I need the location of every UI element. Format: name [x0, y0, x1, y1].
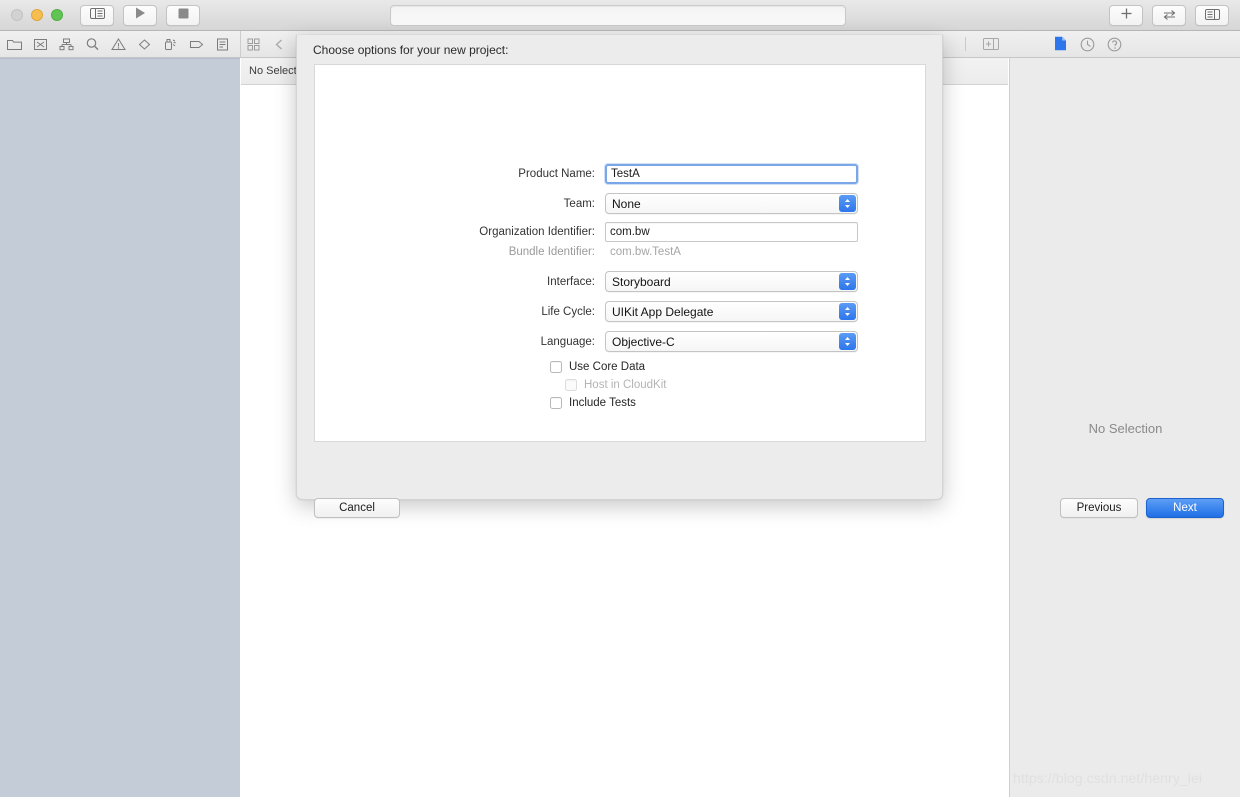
checkbox-row-host-in-cloudkit: Host in CloudKit: [565, 379, 666, 391]
interface-label: Interface:: [547, 275, 595, 288]
source-control-icon[interactable]: [32, 36, 49, 53]
language-popup-value: Objective-C: [612, 334, 675, 349]
checkbox-row-use-core-data[interactable]: Use Core Data: [550, 361, 645, 373]
stop-button[interactable]: [166, 4, 200, 26]
add-plus-icon: [1120, 7, 1133, 25]
host-in-cloudkit-label: Host in CloudKit: [584, 379, 667, 391]
project-navigator-panel[interactable]: [0, 58, 240, 797]
team-popup-value: None: [612, 196, 641, 211]
team-popup-button[interactable]: None: [605, 193, 858, 214]
inspector-empty-label: No Selection: [1088, 421, 1163, 436]
life-cycle-label: Life Cycle:: [541, 305, 595, 318]
chevron-updown-icon: [839, 273, 856, 290]
include-tests-checkbox[interactable]: [550, 397, 562, 409]
field-row-life-cycle: Life Cycle: UIKit App Delegate: [315, 301, 927, 322]
sheet-title: Choose options for your new project:: [313, 43, 509, 57]
team-label: Team:: [563, 197, 595, 210]
project-options-form: Product Name: TestA Team: None Organizat…: [315, 65, 927, 443]
product-name-label: Product Name:: [518, 168, 595, 180]
chevron-updown-icon: [839, 303, 856, 320]
close-window-button[interactable]: [11, 9, 23, 21]
test-diamond-icon[interactable]: [136, 36, 153, 53]
toolbar-divider: [240, 31, 241, 57]
run-button[interactable]: [123, 4, 157, 26]
product-name-input[interactable]: TestA: [605, 164, 858, 184]
life-cycle-popup-button[interactable]: UIKit App Delegate: [605, 301, 858, 322]
interface-popup-button[interactable]: Storyboard: [605, 271, 858, 292]
toolbar-right-group: [1109, 5, 1229, 26]
next-button[interactable]: Next: [1146, 498, 1224, 518]
issue-warning-icon[interactable]: [110, 36, 127, 53]
run-play-icon: [135, 6, 146, 24]
report-list-icon[interactable]: [214, 36, 231, 53]
field-row-interface: Interface: Storyboard: [315, 271, 927, 292]
swap-editors-button[interactable]: [1152, 5, 1186, 26]
quick-help-icon[interactable]: [1107, 37, 1122, 52]
field-row-bundle-identifier: Bundle Identifier: com.bw.TestA: [315, 246, 927, 258]
sidebar-toggle-icon: [89, 6, 105, 24]
xcode-window: No Selection No Selection https://blog.c…: [0, 0, 1240, 797]
grid-thumbnail-icon[interactable]: [246, 37, 261, 52]
previous-button[interactable]: Previous: [1060, 498, 1138, 518]
navigator-top-divider: [0, 58, 240, 59]
host-in-cloudkit-checkbox: [565, 379, 577, 391]
minimize-window-button[interactable]: [31, 9, 43, 21]
stop-square-icon: [178, 6, 189, 24]
navigator-selector-bar: [0, 31, 240, 57]
checkbox-row-include-tests[interactable]: Include Tests: [550, 397, 636, 409]
swap-arrows-icon: [1162, 7, 1177, 25]
editor-options-bar: [965, 31, 1240, 57]
include-tests-label: Include Tests: [569, 397, 636, 409]
organization-identifier-label: Organization Identifier:: [479, 226, 595, 238]
toolbar-left-group: [80, 4, 200, 26]
organization-identifier-input[interactable]: com.bw: [605, 222, 858, 242]
life-cycle-popup-value: UIKit App Delegate: [612, 304, 714, 319]
chevron-updown-icon: [839, 333, 856, 350]
traffic-light-group: [11, 9, 63, 21]
chevron-updown-icon: [839, 195, 856, 212]
add-editor-icon[interactable]: [983, 37, 999, 51]
search-icon[interactable]: [84, 36, 101, 53]
sidebar-toggle-button[interactable]: [80, 4, 114, 26]
debug-spray-icon[interactable]: [162, 36, 179, 53]
interface-popup-value: Storyboard: [612, 274, 671, 289]
inspector-panel: No Selection: [1009, 58, 1240, 797]
history-inspector-icon[interactable]: [1080, 37, 1095, 52]
use-core-data-checkbox[interactable]: [550, 361, 562, 373]
cancel-button[interactable]: Cancel: [314, 498, 400, 518]
field-row-organization-identifier: Organization Identifier: com.bw: [315, 222, 927, 242]
file-inspector-icon[interactable]: [1054, 36, 1068, 52]
breakpoint-tag-icon[interactable]: [188, 36, 205, 53]
maximize-window-button[interactable]: [51, 9, 63, 21]
field-row-product-name: Product Name: TestA: [315, 164, 927, 184]
activity-status-field[interactable]: [390, 5, 846, 26]
field-row-language: Language: Objective-C: [315, 331, 927, 352]
watermark-text: https://blog.csdn.net/henry_lei: [1013, 770, 1203, 786]
sheet-content-panel: Product Name: TestA Team: None Organizat…: [314, 64, 926, 442]
add-button[interactable]: [1109, 5, 1143, 26]
new-project-options-sheet: Choose options for your new project: Pro…: [296, 35, 1224, 518]
language-label: Language:: [540, 335, 595, 348]
use-core-data-label: Use Core Data: [569, 361, 646, 373]
inspector-toggle-icon: [1204, 7, 1220, 25]
options-divider: [965, 37, 966, 51]
bundle-identifier-value: com.bw.TestA: [610, 246, 681, 258]
language-popup-button[interactable]: Objective-C: [605, 331, 858, 352]
window-titlebar: [0, 0, 1240, 31]
field-row-team: Team: None: [315, 193, 927, 214]
project-folder-icon[interactable]: [6, 36, 23, 53]
chevron-left-icon[interactable]: [272, 37, 287, 52]
symbol-hierarchy-icon[interactable]: [58, 36, 75, 53]
inspector-toggle-button[interactable]: [1195, 5, 1229, 26]
bundle-identifier-label: Bundle Identifier:: [508, 246, 595, 258]
